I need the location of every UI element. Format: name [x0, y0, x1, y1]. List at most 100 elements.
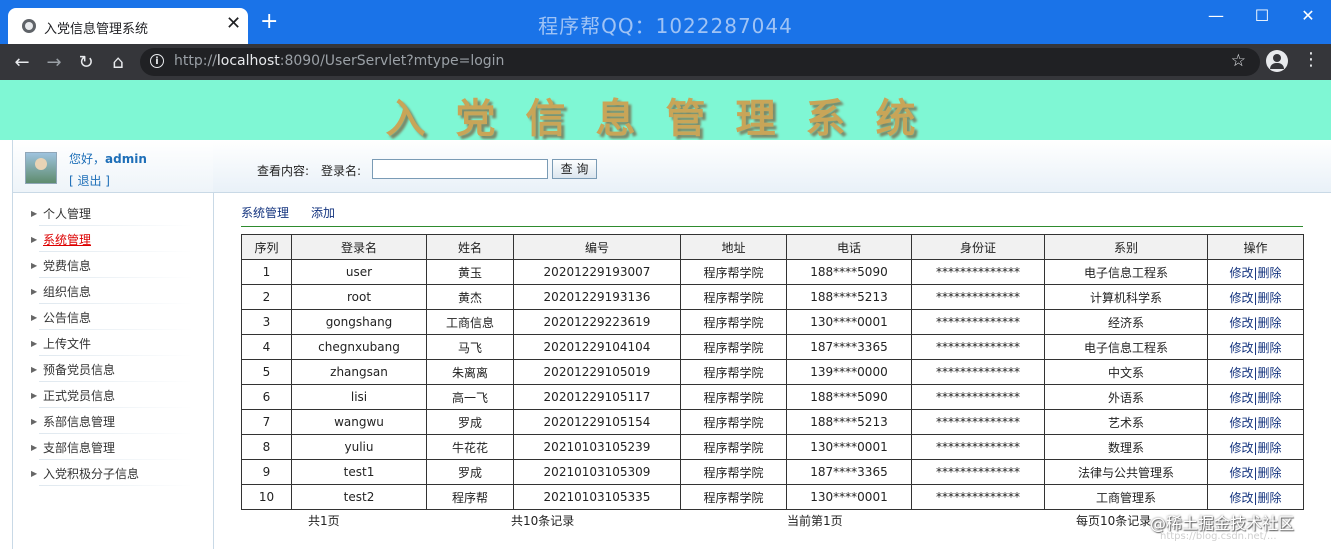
- edit-link[interactable]: 修改: [1229, 391, 1253, 405]
- delete-link[interactable]: 删除: [1258, 291, 1282, 305]
- table-cell: 电子信息工程系: [1044, 259, 1208, 285]
- sidebar-item[interactable]: ▶ 公告信息: [13, 306, 213, 332]
- sidebar-item[interactable]: ▶ 上传文件: [13, 332, 213, 358]
- address-bar[interactable]: i http://localhost:8090/UserServlet?mtyp…: [140, 48, 1260, 76]
- table-cell: 程序帮学院: [680, 434, 787, 460]
- column-header: 地址: [680, 234, 787, 260]
- table-cell: 7: [241, 409, 292, 435]
- edit-link[interactable]: 修改: [1229, 416, 1253, 430]
- sidebar-item[interactable]: ▶ 个人管理: [13, 202, 213, 228]
- table-cell: 139****0000: [786, 359, 912, 385]
- table-cell: 牛花花: [426, 434, 514, 460]
- table-cell: 程序帮学院: [680, 259, 787, 285]
- delete-link[interactable]: 删除: [1258, 491, 1282, 505]
- sidebar-item[interactable]: ▶ 支部信息管理: [13, 436, 213, 462]
- sidebar-item[interactable]: ▶ 正式党员信息: [13, 384, 213, 410]
- close-window-button[interactable]: ✕: [1285, 0, 1331, 30]
- delete-link[interactable]: 删除: [1258, 341, 1282, 355]
- sidebar-item-label: 党费信息: [43, 259, 92, 273]
- edit-link[interactable]: 修改: [1229, 266, 1253, 280]
- table-cell: 20201229104104: [513, 334, 681, 360]
- sidebar-item[interactable]: ▶ 预备党员信息: [13, 358, 213, 384]
- edit-link[interactable]: 修改: [1229, 441, 1253, 455]
- table-cell: 20210103105335: [513, 484, 681, 510]
- edit-link[interactable]: 修改: [1229, 341, 1253, 355]
- sidebar-item[interactable]: ▶ 党费信息: [13, 254, 213, 280]
- table-cell: 20201229105019: [513, 359, 681, 385]
- table-cell: 工商信息: [426, 309, 514, 335]
- logout-link[interactable]: [ 退出 ]: [69, 172, 110, 189]
- delete-link[interactable]: 删除: [1258, 391, 1282, 405]
- actions-cell: 修改|删除: [1207, 259, 1304, 285]
- caret-right-icon: ▶: [31, 365, 38, 374]
- maximize-button[interactable]: ☐: [1239, 0, 1285, 30]
- table-header-row: 序列 登录名 姓名 编号 地址 电话 身份证 系别 操作: [241, 234, 1304, 260]
- delete-link[interactable]: 删除: [1258, 366, 1282, 380]
- table-cell: 黄玉: [426, 259, 514, 285]
- sidebar-item[interactable]: ▶ 系部信息管理: [13, 410, 213, 436]
- browser-title-bar: 入党信息管理系统 ✕ + 程序帮QQ：1022287044 — ☐ ✕: [0, 0, 1331, 44]
- delete-link[interactable]: 删除: [1258, 441, 1282, 455]
- home-icon[interactable]: ⌂: [106, 50, 130, 74]
- actions-cell: 修改|删除: [1207, 484, 1304, 510]
- table-cell: 5: [241, 359, 292, 385]
- delete-link[interactable]: 删除: [1258, 316, 1282, 330]
- table-cell: 程序帮学院: [680, 409, 787, 435]
- delete-link[interactable]: 删除: [1258, 416, 1282, 430]
- edit-link[interactable]: 修改: [1229, 316, 1253, 330]
- edit-link[interactable]: 修改: [1229, 291, 1253, 305]
- url-text[interactable]: http://localhost:8090/UserServlet?mtype=…: [174, 53, 504, 69]
- bookmark-star-icon[interactable]: ☆: [1231, 51, 1246, 71]
- info-icon[interactable]: i: [150, 54, 164, 68]
- table-cell: 20210103105239: [513, 434, 681, 460]
- username: admin: [105, 152, 147, 166]
- site-watermark-url: https://blog.csdn.net/...: [1160, 531, 1277, 542]
- caret-right-icon: ▶: [31, 443, 38, 452]
- caret-right-icon: ▶: [31, 235, 38, 244]
- forward-arrow-icon[interactable]: →: [42, 50, 66, 74]
- search-caption: 查看内容:: [257, 164, 310, 178]
- column-header: 身份证: [911, 234, 1045, 260]
- delete-link[interactable]: 删除: [1258, 466, 1282, 480]
- table-cell: 经济系: [1044, 309, 1208, 335]
- side-menu: ▶ 个人管理 ▶ 系统管理 ▶ 党费信息 ▶ 组织信息 ▶ 公告信息 ▶ 上传文件 ▶ 预备党员信息 ▶ 正式…: [13, 202, 213, 488]
- table-cell: 法律与公共管理系: [1044, 459, 1208, 485]
- reload-icon[interactable]: ↻: [74, 50, 98, 74]
- sidebar-item[interactable]: ▶ 入党积极分子信息: [13, 462, 213, 488]
- sidebar-item[interactable]: ▶ 系统管理: [13, 228, 213, 254]
- delete-link[interactable]: 删除: [1258, 266, 1282, 280]
- table-cell: 程序帮学院: [680, 359, 787, 385]
- table-cell: gongshang: [291, 309, 427, 335]
- table-cell: 10: [241, 484, 292, 510]
- avatar: [25, 152, 57, 184]
- table-cell: lisi: [291, 384, 427, 410]
- breadcrumb-system-link[interactable]: 系统管理: [241, 206, 289, 220]
- more-menu-icon[interactable]: ⋮: [1302, 51, 1320, 69]
- add-link[interactable]: 添加: [311, 204, 335, 221]
- table-cell: 20201229193007: [513, 259, 681, 285]
- greeting: 您好，admin: [69, 152, 147, 166]
- minimize-button[interactable]: —: [1193, 0, 1239, 30]
- table-cell: 罗成: [426, 459, 514, 485]
- caret-right-icon: ▶: [31, 287, 38, 296]
- edit-link[interactable]: 修改: [1229, 491, 1253, 505]
- edit-link[interactable]: 修改: [1229, 466, 1253, 480]
- sidebar: 您好，admin [ 退出 ] ▶ 个人管理 ▶ 系统管理 ▶ 党费信息 ▶ 组织信息 ▶ 公告信…: [12, 140, 214, 549]
- sidebar-item-label: 个人管理: [43, 207, 92, 221]
- table-cell: 20201229223619: [513, 309, 681, 335]
- table-row: 1 user 黄玉 20201229193007 程序帮学院 188****5090 ***…: [241, 259, 1304, 285]
- search-field-label: 登录名:: [321, 164, 362, 178]
- edit-link[interactable]: 修改: [1229, 366, 1253, 380]
- column-header: 操作: [1207, 234, 1304, 260]
- table-cell: 20201229105154: [513, 409, 681, 435]
- column-header: 登录名: [291, 234, 427, 260]
- table-cell: chegnxubang: [291, 334, 427, 360]
- table-cell: **************: [911, 384, 1045, 410]
- sidebar-item[interactable]: ▶ 组织信息: [13, 280, 213, 306]
- login-name-search-input[interactable]: [372, 159, 548, 179]
- search-button[interactable]: 查 询: [552, 159, 597, 179]
- back-arrow-icon[interactable]: ←: [10, 50, 34, 74]
- profile-icon[interactable]: [1266, 50, 1288, 72]
- table-cell: wangwu: [291, 409, 427, 435]
- table-cell: 数理系: [1044, 434, 1208, 460]
